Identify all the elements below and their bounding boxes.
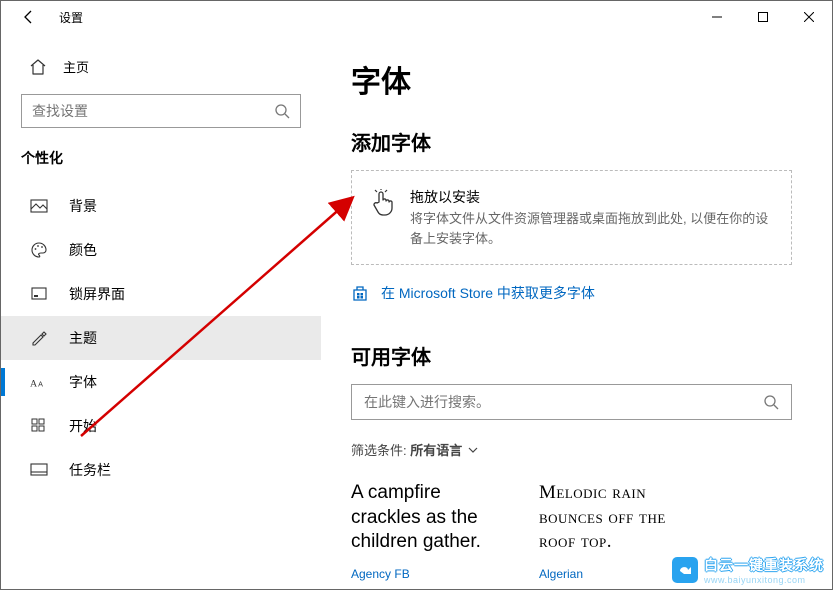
settings-window: 设置 主页 个性化 (0, 0, 833, 590)
sidebar-item-label: 任务栏 (69, 460, 111, 480)
page-title: 字体 (351, 57, 792, 101)
filter-label: 筛选条件: (351, 440, 407, 459)
sidebar-item-lockscreen[interactable]: 锁屏界面 (1, 272, 321, 316)
close-button[interactable] (786, 1, 832, 33)
font-icon: AA (29, 372, 49, 392)
available-fonts-heading: 可用字体 (351, 341, 792, 370)
sidebar-item-label: 字体 (69, 372, 97, 392)
sidebar-item-label: 主题 (69, 328, 97, 348)
taskbar-icon (29, 460, 49, 480)
font-search-input[interactable] (364, 394, 763, 410)
back-button[interactable] (17, 5, 41, 29)
home-icon (29, 58, 47, 76)
font-tiles: A campfire crackles as the children gath… (351, 481, 792, 581)
search-icon (763, 394, 779, 410)
sidebar: 主页 个性化 背景 颜色 锁屏界面 (1, 33, 321, 589)
drag-hand-icon (370, 187, 396, 248)
titlebar: 设置 (1, 1, 832, 33)
theme-icon (29, 328, 49, 348)
palette-icon (29, 240, 49, 260)
sidebar-nav: 背景 颜色 锁屏界面 主题 AA 字体 (1, 184, 321, 589)
sidebar-item-label: 背景 (69, 196, 97, 216)
sidebar-item-background[interactable]: 背景 (1, 184, 321, 228)
content-pane: 字体 添加字体 拖放以安装 将字体文件从文件资源管理器或桌面拖放到此处, 以便在… (321, 33, 832, 589)
picture-icon (29, 196, 49, 216)
sidebar-item-fonts[interactable]: AA 字体 (1, 360, 321, 404)
start-icon (29, 416, 49, 436)
filter-dropdown[interactable]: 筛选条件: 所有语言 (351, 440, 792, 459)
sidebar-item-label: 颜色 (69, 240, 97, 260)
sidebar-item-taskbar[interactable]: 任务栏 (1, 448, 321, 492)
drop-description: 将字体文件从文件资源管理器或桌面拖放到此处, 以便在你的设备上安装字体。 (410, 209, 773, 248)
window-controls (694, 1, 832, 33)
sidebar-item-colors[interactable]: 颜色 (1, 228, 321, 272)
filter-value: 所有语言 (410, 440, 462, 459)
minimize-button[interactable] (694, 1, 740, 33)
sidebar-category: 个性化 (1, 148, 321, 184)
font-search[interactable] (351, 384, 792, 420)
font-sample: A campfire crackles as the children gath… (351, 481, 511, 555)
sidebar-item-start[interactable]: 开始 (1, 404, 321, 448)
add-fonts-heading: 添加字体 (351, 127, 792, 156)
sidebar-home-label: 主页 (63, 57, 89, 76)
store-link[interactable]: 在 Microsoft Store 中获取更多字体 (351, 283, 792, 303)
font-tile[interactable]: Melodic rain bounces off the roof top. A… (539, 481, 699, 581)
store-icon (351, 284, 369, 302)
search-icon (274, 103, 290, 119)
font-sample: Melodic rain bounces off the roof top. (539, 481, 699, 555)
sidebar-search-input[interactable] (32, 103, 274, 119)
maximize-button[interactable] (740, 1, 786, 33)
sidebar-item-label: 锁屏界面 (69, 284, 125, 304)
sidebar-home[interactable]: 主页 (1, 57, 321, 94)
sidebar-search[interactable] (21, 94, 301, 128)
store-link-text: 在 Microsoft Store 中获取更多字体 (381, 283, 595, 303)
drop-title: 拖放以安装 (410, 187, 773, 207)
arrow-left-icon (21, 9, 37, 25)
drop-zone[interactable]: 拖放以安装 将字体文件从文件资源管理器或桌面拖放到此处, 以便在你的设备上安装字… (351, 170, 792, 265)
font-name: Algerian (539, 567, 699, 581)
svg-text:A: A (30, 379, 38, 390)
sidebar-item-label: 开始 (69, 416, 97, 436)
font-name: Agency FB (351, 567, 511, 581)
svg-text:A: A (38, 380, 43, 389)
chevron-down-icon (468, 447, 478, 453)
window-title: 设置 (59, 9, 83, 26)
font-tile[interactable]: A campfire crackles as the children gath… (351, 481, 511, 581)
lockscreen-icon (29, 284, 49, 304)
sidebar-item-themes[interactable]: 主题 (1, 316, 321, 360)
